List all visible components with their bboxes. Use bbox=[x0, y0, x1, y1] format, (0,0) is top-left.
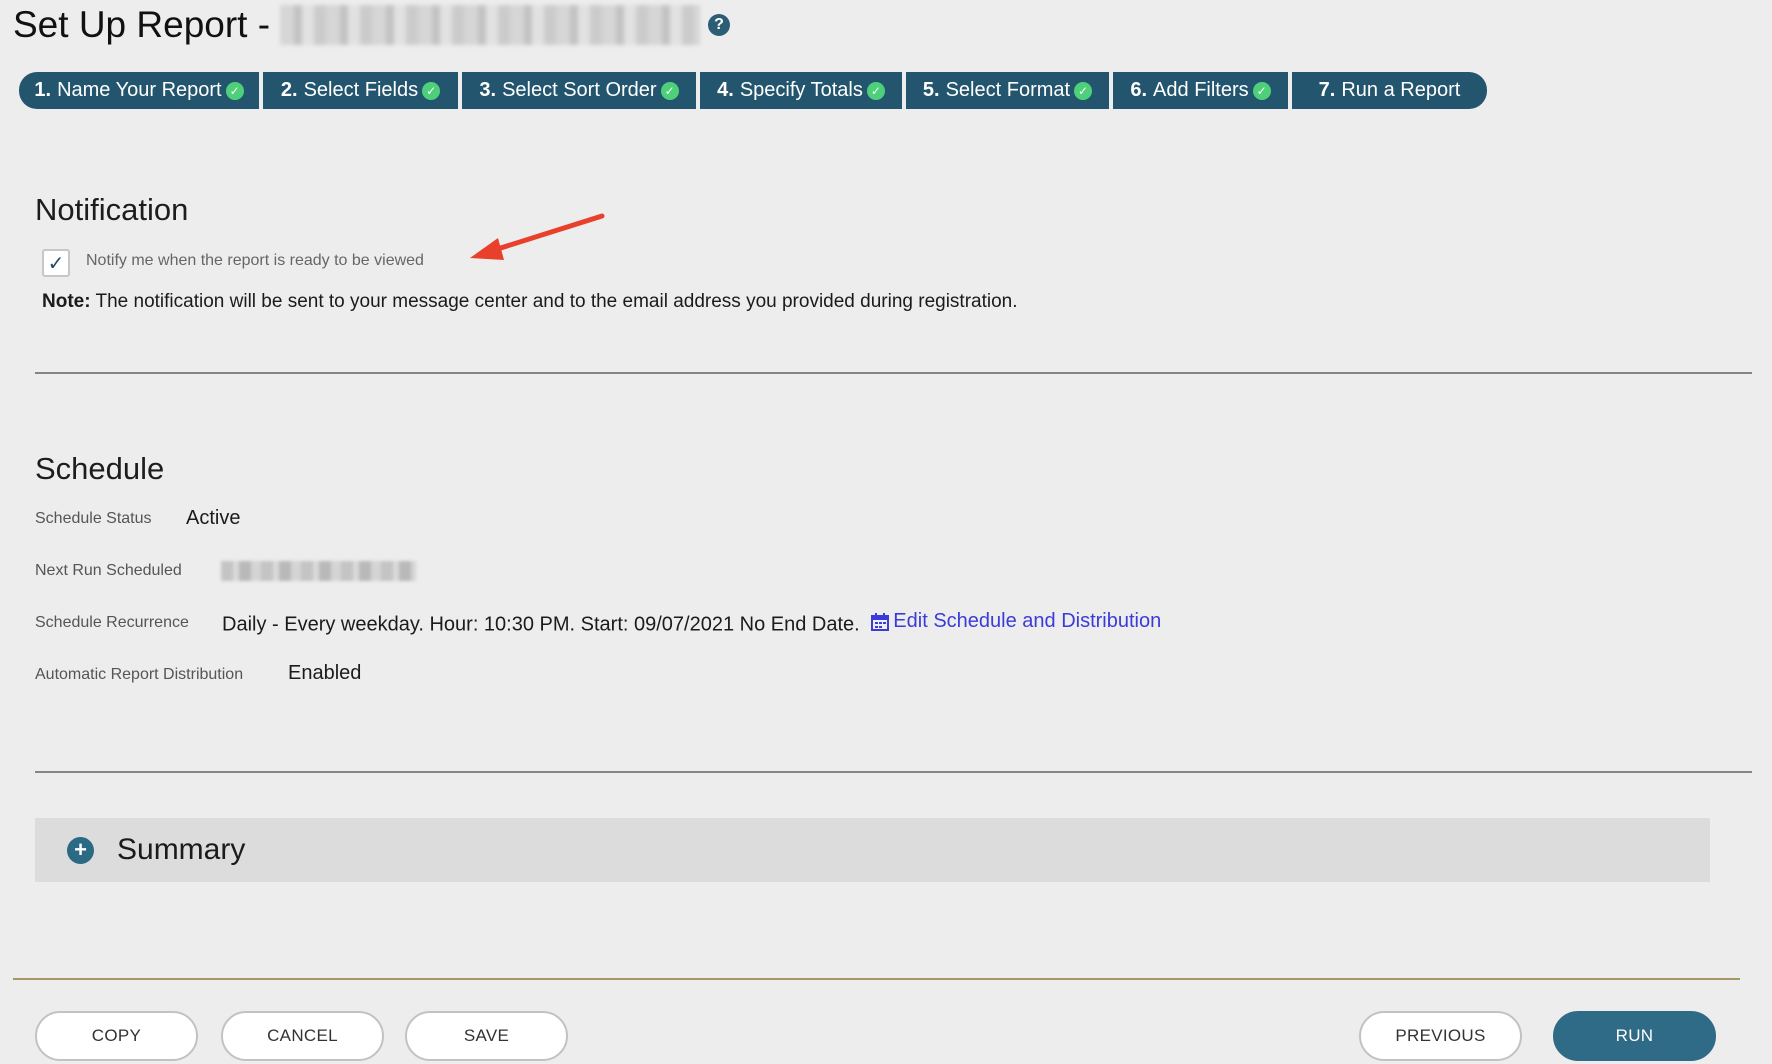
note-prefix: Note: bbox=[42, 291, 91, 312]
step-number: 4. bbox=[717, 79, 734, 101]
step-wizard: 1. Name Your Report ✓ 2. Select Fields ✓… bbox=[19, 72, 1487, 109]
checkmark-icon: ✓ bbox=[47, 252, 65, 275]
note-text: The notification will be sent to your me… bbox=[90, 291, 1018, 312]
summary-accordion[interactable]: + Summary bbox=[35, 818, 1710, 882]
check-circle-icon: ✓ bbox=[225, 81, 244, 100]
check-circle-icon: ✓ bbox=[1074, 81, 1093, 100]
step-select-format[interactable]: 5. Select Format ✓ bbox=[902, 72, 1109, 109]
step-label: Select Format bbox=[945, 79, 1071, 101]
footer-divider bbox=[13, 978, 1740, 980]
automatic-distribution-label: Automatic Report Distribution bbox=[35, 666, 244, 683]
step-number: 7. bbox=[1318, 79, 1336, 101]
step-label: Select Sort Order bbox=[502, 79, 657, 101]
section-divider bbox=[35, 372, 1752, 374]
report-name-redacted bbox=[280, 5, 701, 45]
page-title: Set Up Report - ? bbox=[13, 4, 731, 46]
step-number: 2. bbox=[280, 79, 298, 101]
annotation-arrow-icon bbox=[470, 213, 605, 260]
check-circle-icon: ✓ bbox=[660, 81, 679, 100]
schedule-recurrence-row: Daily - Every weekday. Hour: 10:30 PM. S… bbox=[222, 610, 1161, 637]
step-run-a-report[interactable]: 7. Run a Report bbox=[1288, 72, 1487, 109]
step-number: 6. bbox=[1130, 79, 1148, 101]
run-button[interactable]: RUN bbox=[1553, 1011, 1716, 1061]
schedule-status-value: Active bbox=[186, 507, 241, 529]
step-label: Name Your Report bbox=[57, 79, 222, 101]
notify-checkbox-label: Notify me when the report is ready to be… bbox=[86, 252, 424, 269]
step-select-fields[interactable]: 2. Select Fields ✓ bbox=[259, 72, 458, 109]
schedule-heading: Schedule bbox=[35, 451, 165, 486]
check-circle-icon: ✓ bbox=[422, 81, 441, 100]
save-button[interactable]: SAVE bbox=[405, 1011, 568, 1061]
calendar-icon bbox=[871, 612, 890, 631]
notification-heading: Notification bbox=[35, 192, 189, 227]
automatic-distribution-value: Enabled bbox=[288, 662, 362, 684]
next-run-label: Next Run Scheduled bbox=[35, 562, 182, 579]
step-number: 5. bbox=[922, 79, 940, 101]
schedule-status-label: Schedule Status bbox=[35, 510, 152, 527]
question-icon[interactable]: ? bbox=[708, 14, 731, 36]
cancel-button[interactable]: CANCEL bbox=[221, 1011, 384, 1061]
check-circle-icon: ✓ bbox=[1252, 81, 1271, 100]
plus-circle-icon[interactable]: + bbox=[67, 836, 94, 864]
step-number: 1. bbox=[34, 79, 52, 101]
step-label: Select Fields bbox=[303, 79, 419, 101]
step-add-filters[interactable]: 6. Add Filters ✓ bbox=[1109, 72, 1288, 109]
step-number: 3. bbox=[479, 79, 497, 101]
previous-button[interactable]: PREVIOUS bbox=[1359, 1011, 1522, 1061]
check-circle-icon: ✓ bbox=[866, 81, 885, 100]
step-label: Run a Report bbox=[1341, 79, 1461, 101]
step-label: Add Filters bbox=[1153, 79, 1249, 101]
next-run-value-redacted bbox=[221, 561, 416, 581]
section-divider bbox=[35, 771, 1752, 773]
step-specify-totals[interactable]: 4. Specify Totals ✓ bbox=[696, 72, 902, 109]
schedule-recurrence-label: Schedule Recurrence bbox=[35, 614, 189, 631]
notify-checkbox[interactable]: ✓ bbox=[42, 249, 70, 277]
copy-button[interactable]: COPY bbox=[35, 1011, 198, 1061]
notification-note: Note: The notification will be sent to y… bbox=[42, 291, 1018, 313]
step-name-your-report[interactable]: 1. Name Your Report ✓ bbox=[19, 72, 259, 109]
edit-schedule-link[interactable]: Edit Schedule and Distribution bbox=[865, 610, 1161, 633]
step-select-sort-order[interactable]: 3. Select Sort Order ✓ bbox=[458, 72, 696, 109]
page-title-text: Set Up Report - bbox=[13, 4, 271, 45]
step-label: Specify Totals bbox=[739, 79, 863, 101]
edit-schedule-link-text: Edit Schedule and Distribution bbox=[893, 610, 1162, 632]
summary-label: Summary bbox=[117, 833, 246, 866]
schedule-recurrence-value: Daily - Every weekday. Hour: 10:30 PM. S… bbox=[222, 613, 860, 636]
